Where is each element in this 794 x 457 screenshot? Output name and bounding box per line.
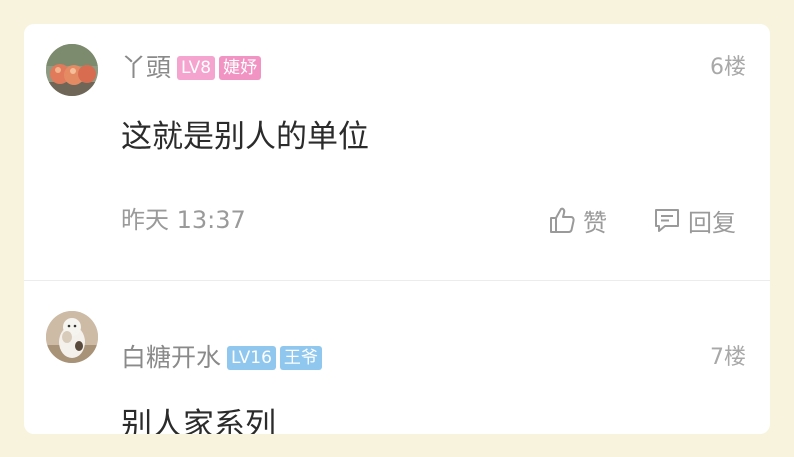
comment-list: 丫頭 LV8 婕妤 6楼 这就是别人的单位 昨天 13:37 赞 回复 白糖开水…	[24, 24, 770, 434]
reply-button[interactable]: 回复	[652, 202, 736, 238]
level-badge: LV8	[177, 56, 216, 80]
level-badge: LV16	[227, 346, 276, 370]
floor-number: 6楼	[710, 55, 746, 80]
user-info: 丫頭 LV8 婕妤	[121, 53, 265, 83]
title-badge: 婕妤	[219, 56, 262, 80]
user-info: 白糖开水 LV16 王爷	[121, 343, 326, 373]
comment-item: 白糖开水 LV16 王爷 7楼 别人家系列	[24, 281, 770, 434]
like-button[interactable]: 赞	[547, 202, 607, 238]
avatar[interactable]	[46, 44, 98, 96]
comment-text: 别人家系列	[121, 407, 276, 434]
thumbs-up-icon	[550, 207, 575, 233]
comment-bubble-icon	[655, 209, 679, 232]
title-badge: 王爷	[279, 346, 322, 370]
like-label: 赞	[583, 208, 607, 237]
username[interactable]: 丫頭	[121, 53, 171, 83]
avatar[interactable]	[46, 311, 98, 363]
timestamp: 昨天 13:37	[121, 206, 246, 234]
comment-text: 这就是别人的单位	[121, 119, 369, 155]
reply-label: 回复	[688, 208, 736, 237]
floor-number: 7楼	[710, 345, 746, 370]
username[interactable]: 白糖开水	[121, 343, 221, 373]
comment-item: 丫頭 LV8 婕妤 6楼 这就是别人的单位 昨天 13:37 赞 回复	[24, 24, 770, 281]
